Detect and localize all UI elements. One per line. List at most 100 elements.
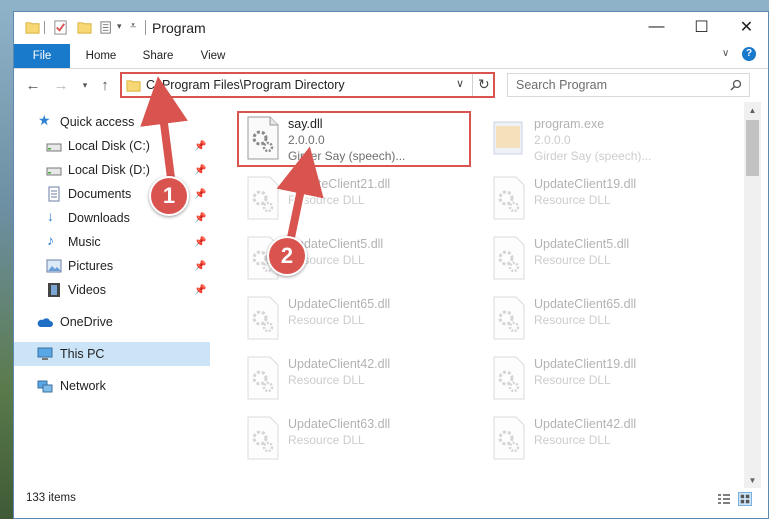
star-icon: ★	[38, 112, 51, 128]
file-name: UpdateClient65.dll	[288, 297, 391, 311]
file-description: Resource DLL	[534, 313, 611, 327]
dll-file-icon	[493, 236, 525, 280]
sidebar-item-music[interactable]: ♪ Music 📌	[14, 230, 210, 254]
file-name: UpdateClient65.dll	[534, 297, 637, 311]
separator	[44, 21, 45, 34]
properties-icon[interactable]	[53, 20, 68, 35]
file-item[interactable]: UpdateClient19.dll Resource DLL	[484, 352, 720, 412]
documents-icon	[48, 186, 60, 202]
search-icon[interactable]	[730, 79, 742, 91]
sidebar-item-label: Downloads	[68, 211, 130, 225]
file-name: UpdateClient42.dll	[288, 357, 391, 371]
sidebar-item-network[interactable]: Network	[14, 374, 210, 398]
expand-ribbon-icon[interactable]: ∨	[722, 48, 729, 59]
file-item[interactable]: UpdateClient65.dll Resource DLL	[484, 292, 720, 352]
file-name: UpdateClient5.dll	[534, 237, 630, 251]
videos-icon	[48, 283, 60, 297]
file-name: UpdateClient63.dll	[288, 417, 391, 431]
drive-icon	[46, 143, 62, 152]
file-item[interactable]: UpdateClient42.dll Resource DLL	[238, 352, 474, 412]
dll-file-icon	[493, 176, 525, 220]
file-description: Resource DLL	[288, 313, 365, 327]
scroll-up-icon[interactable]: ▲	[744, 102, 761, 118]
dll-file-icon	[247, 176, 279, 220]
navigation-pane: ★ Quick access Local Disk (C:) 📌 Local D…	[14, 108, 210, 488]
sidebar-item-videos[interactable]: Videos 📌	[14, 278, 210, 302]
dll-file-icon	[247, 296, 279, 340]
tab-share[interactable]: Share	[134, 44, 182, 68]
large-icons-view-icon[interactable]	[738, 492, 752, 506]
explorer-window: ▾ ⩡ Program — ☐ ✕ File Home Share View ∨…	[13, 11, 769, 519]
refresh-icon[interactable]: ↻	[478, 76, 490, 93]
dll-file-icon	[247, 416, 279, 460]
file-item[interactable]: UpdateClient21.dll Resource DLL	[238, 172, 474, 232]
pin-icon: 📌	[194, 212, 207, 224]
address-row: ← → ▾ ↑ C:\Program Files\Program Directo…	[14, 70, 768, 100]
callout-step-2: 2	[267, 236, 307, 276]
file-item[interactable]: UpdateClient65.dll Resource DLL	[238, 292, 474, 352]
file-item-program-exe[interactable]: program.exe 2.0.0.0 Girder Say (speech).…	[484, 112, 720, 172]
scroll-down-icon[interactable]: ▼	[744, 472, 761, 488]
tab-home[interactable]: Home	[76, 44, 126, 68]
search-input[interactable]: Search Program	[507, 73, 750, 97]
sidebar-item-local-disk-d[interactable]: Local Disk (D:) 📌	[14, 158, 210, 182]
title-bar: ▾ ⩡ Program — ☐ ✕	[14, 12, 768, 44]
chevron-down-icon[interactable]: ▾	[117, 21, 122, 32]
file-description: Resource DLL	[534, 433, 611, 447]
status-bar: 133 items	[14, 488, 768, 518]
search-placeholder: Search Program	[516, 78, 608, 92]
address-path[interactable]: C:\Program Files\Program Directory	[146, 78, 345, 92]
tab-file[interactable]: File	[14, 44, 70, 68]
recent-locations-button[interactable]: ▾	[76, 75, 94, 95]
dll-file-icon	[493, 416, 525, 460]
folder-icon[interactable]	[25, 20, 40, 35]
separator	[472, 74, 473, 96]
file-item[interactable]: UpdateClient63.dll Resource DLL	[238, 412, 474, 472]
file-version: 2.0.0.0	[534, 133, 571, 147]
sidebar-item-label: Local Disk (C:)	[68, 139, 150, 153]
address-bar[interactable]: C:\Program Files\Program Directory ∨ ↻	[120, 72, 495, 98]
onedrive-icon	[37, 318, 53, 327]
pictures-icon	[46, 259, 62, 273]
sidebar-item-label: Videos	[68, 283, 106, 297]
downloads-icon: ↓	[47, 208, 54, 224]
sidebar-item-this-pc[interactable]: This PC	[14, 342, 210, 366]
tab-view[interactable]: View	[190, 44, 236, 68]
back-button[interactable]: ←	[24, 75, 42, 95]
pin-icon: 📌	[194, 188, 207, 200]
pin-icon: 📌	[194, 236, 207, 248]
exe-file-icon	[493, 121, 523, 155]
file-item[interactable]: UpdateClient19.dll Resource DLL	[484, 172, 720, 232]
sidebar-item-label: This PC	[60, 347, 105, 361]
minimize-button[interactable]: —	[634, 12, 679, 42]
details-view-icon[interactable]	[717, 493, 731, 505]
customize-toolbar-icon[interactable]	[100, 20, 115, 35]
up-button[interactable]: ↑	[96, 75, 114, 95]
dll-file-icon	[493, 356, 525, 400]
window-title: Program	[152, 20, 206, 36]
help-icon[interactable]: ?	[742, 47, 756, 61]
file-name: UpdateClient21.dll	[288, 177, 391, 191]
file-item[interactable]: UpdateClient5.dll Resource DLL	[484, 232, 720, 292]
dll-file-icon	[247, 356, 279, 400]
sidebar-item-local-disk-c[interactable]: Local Disk (C:) 📌	[14, 134, 210, 158]
new-folder-icon[interactable]	[77, 20, 92, 35]
scroll-thumb[interactable]	[746, 120, 759, 176]
file-description: Resource DLL	[534, 193, 611, 207]
forward-button[interactable]: →	[52, 75, 70, 95]
file-description: Resource DLL	[288, 193, 365, 207]
sidebar-item-label: Music	[68, 235, 101, 249]
file-item[interactable]: UpdateClient42.dll Resource DLL	[484, 412, 720, 472]
file-description: Resource DLL	[534, 253, 611, 267]
pin-icon: 📌	[194, 284, 207, 296]
address-dropdown-icon[interactable]: ∨	[456, 77, 464, 90]
sidebar-item-quick-access[interactable]: ★ Quick access	[14, 110, 210, 134]
maximize-button[interactable]: ☐	[679, 12, 724, 42]
close-button[interactable]: ✕	[724, 12, 768, 42]
pin-icon: 📌	[194, 260, 207, 272]
this-pc-icon	[37, 347, 53, 360]
sidebar-item-onedrive[interactable]: OneDrive	[14, 310, 210, 334]
sidebar-item-pictures[interactable]: Pictures 📌	[14, 254, 210, 278]
quick-access-dropdown-icon[interactable]: ⩡	[130, 20, 136, 33]
vertical-scrollbar[interactable]: ▲ ▼	[744, 102, 761, 488]
